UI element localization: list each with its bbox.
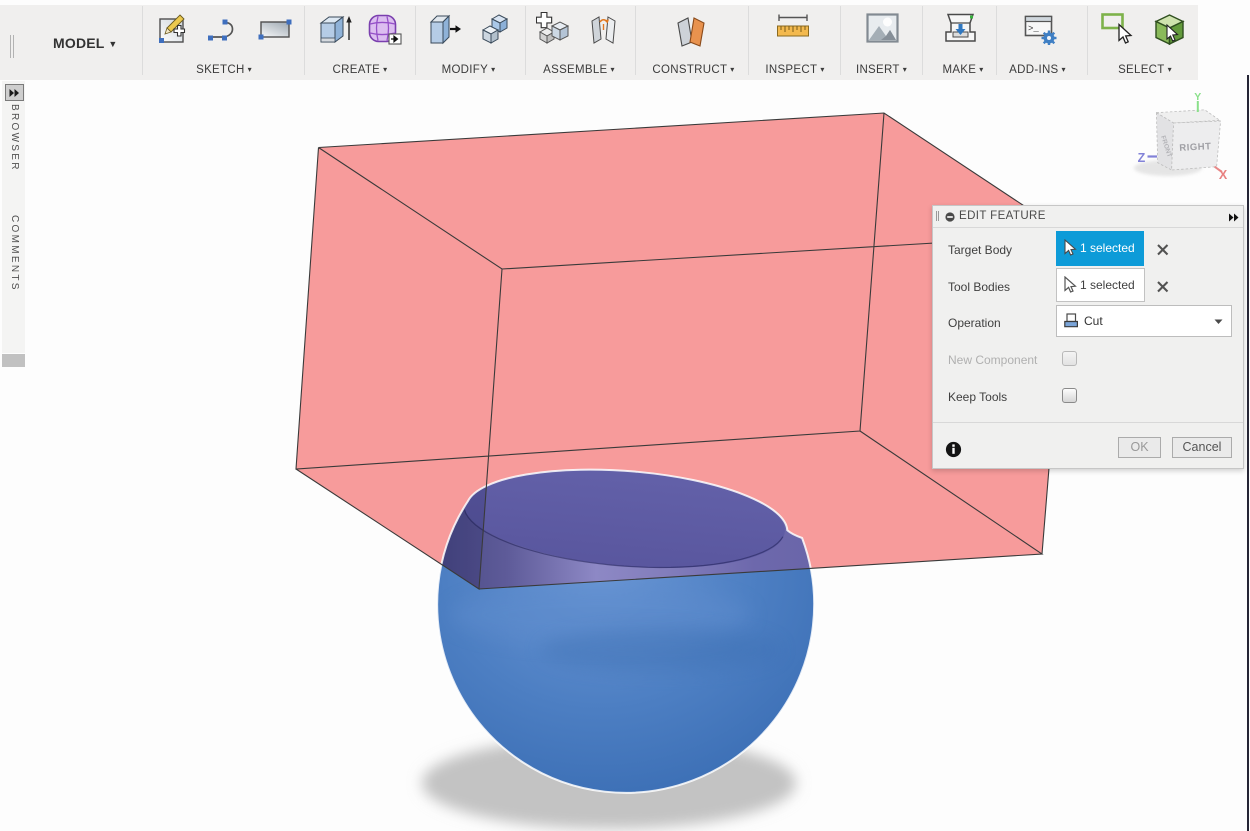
svg-text:X: X <box>1219 168 1228 182</box>
svg-text:>_: >_ <box>1028 24 1039 34</box>
svg-text:RIGHT: RIGHT <box>1179 141 1212 154</box>
svg-text:Y: Y <box>1194 91 1201 103</box>
svg-text:Z: Z <box>1138 151 1146 165</box>
